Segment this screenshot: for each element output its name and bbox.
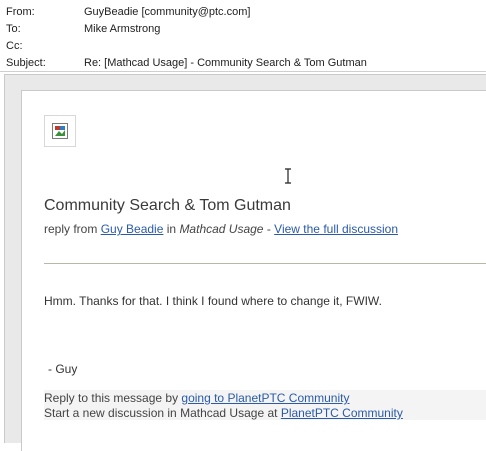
start-discussion-line: Start a new discussion in Mathcad Usage … <box>44 406 403 420</box>
text-ibeam-cursor-icon <box>284 168 292 184</box>
to-value[interactable]: Mike Armstrong <box>84 21 160 37</box>
subject-label: Subject: <box>6 57 46 69</box>
to-label: To: <box>6 23 21 35</box>
subject-value: Re: [Mathcad Usage] - Community Search &… <box>84 57 367 69</box>
from-value[interactable]: GuyBeadie [community@ptc.com] <box>84 4 250 20</box>
discussion-title: Community Search & Tom Gutman <box>44 197 291 214</box>
start-prefix: Start a new discussion in Mathcad Usage … <box>44 406 278 420</box>
planetptc-community-link[interactable]: PlanetPTC Community <box>281 406 403 420</box>
reply-prefix: Reply to this message by <box>44 391 179 405</box>
author-link[interactable]: Guy Beadie <box>101 222 164 236</box>
view-discussion-link[interactable]: View the full discussion <box>274 222 398 236</box>
message-body-frame: Community Search & Tom Gutman reply from… <box>4 74 486 451</box>
subject-row: Subject: Re: [Mathcad Usage] - Community … <box>6 55 367 71</box>
message-body: Hmm. Thanks for that. I think I found wh… <box>44 294 382 308</box>
from-label: From: <box>6 6 35 18</box>
separator-text: - <box>266 222 271 236</box>
broken-image-icon <box>44 115 76 147</box>
reply-from-text: reply from <box>44 222 98 236</box>
email-header: From: GuyBeadie [community@ptc.com] To: Mi… <box>0 0 486 72</box>
from-row: From: GuyBeadie [community@ptc.com] <box>6 4 250 20</box>
reply-footer-line: Reply to this message by going to Planet… <box>44 391 349 405</box>
community-name: Mathcad Usage <box>179 222 264 236</box>
content-divider <box>44 263 486 264</box>
reply-community-link[interactable]: going to PlanetPTC Community <box>181 391 349 405</box>
cc-row: Cc: <box>6 38 84 54</box>
reply-info-line: reply from Guy Beadie in Mathcad Usage -… <box>44 222 398 236</box>
in-text: in <box>166 222 177 236</box>
to-row: To: Mike Armstrong <box>6 21 160 37</box>
message-content-panel: Community Search & Tom Gutman reply from… <box>21 90 486 451</box>
header-divider <box>0 71 486 72</box>
signature: - Guy <box>48 362 78 376</box>
cc-label: Cc: <box>6 40 23 52</box>
